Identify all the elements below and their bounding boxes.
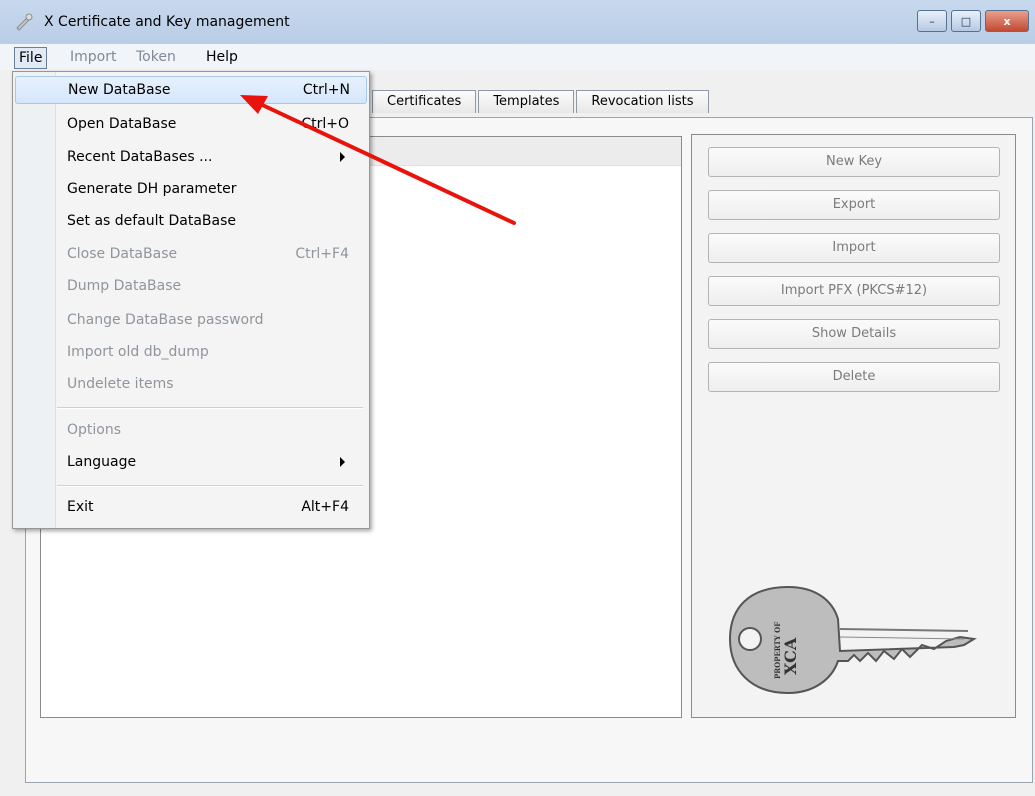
menu-item-shortcut: Ctrl+O [301,116,349,132]
submenu-arrow-icon [340,152,345,162]
menu-item-label: Exit [67,499,94,515]
import-button[interactable]: Import [708,233,1000,263]
show-details-button[interactable]: Show Details [708,319,1000,349]
actions-panel: New Key Export Import Import PFX (PKCS#1… [691,134,1016,718]
menu-item-new-database[interactable]: New DataBase Ctrl+N [15,76,367,104]
menu-item-dump-database[interactable]: Dump DataBase [15,272,365,300]
menu-item-label: Options [67,422,122,438]
delete-button[interactable]: Delete [708,362,1000,392]
menu-separator [57,407,363,409]
menu-item-label: Set as default DataBase [67,213,236,229]
menu-item-label: Undelete items [67,376,174,392]
menu-item-label: Generate DH parameter [67,181,237,197]
menu-item-shortcut: Ctrl+N [302,82,350,98]
menu-item-options[interactable]: Options [15,416,365,444]
app-icon [16,13,33,31]
menu-item-label: Open DataBase [67,116,177,132]
tab-revocation-lists[interactable]: Revocation lists [576,90,709,113]
import-pfx-button[interactable]: Import PFX (PKCS#12) [708,276,1000,306]
menu-item-shortcut: Alt+F4 [301,499,349,515]
tab-certificates[interactable]: Certificates [372,90,477,113]
menu-import[interactable]: Import [66,47,120,67]
menu-item-open-database[interactable]: Open DataBase Ctrl+O [15,110,365,138]
menu-item-undelete-items[interactable]: Undelete items [15,370,365,398]
menu-item-close-database[interactable]: Close DataBase Ctrl+F4 [15,240,365,268]
submenu-arrow-icon [340,457,345,467]
key-logo-image: PROPERTY OF XCA [728,585,977,695]
menu-item-import-old-db-dump[interactable]: Import old db_dump [15,338,365,366]
key-logo-line2: XCA [781,637,800,675]
menu-file[interactable]: File [14,47,48,69]
menu-help[interactable]: Help [202,47,242,67]
new-key-button[interactable]: New Key [708,147,1000,177]
menu-bar: File Import Token Help [0,44,1035,71]
menu-item-exit[interactable]: Exit Alt+F4 [15,493,365,521]
title-bar: X Certificate and Key management – □ x [0,0,1035,44]
menu-item-label: Dump DataBase [67,278,182,294]
menu-item-label: Language [67,454,137,470]
menu-item-label: Import old db_dump [67,344,209,360]
minimize-button[interactable]: – [917,10,947,32]
menu-item-label: Change DataBase password [67,312,264,328]
menu-item-label: Recent DataBases ... [67,149,213,165]
export-button[interactable]: Export [708,190,1000,220]
file-menu-dropdown: New DataBase Ctrl+N Open DataBase Ctrl+O… [12,71,370,529]
tab-bar: Certificates Templates Revocation lists [372,90,711,114]
menu-item-label: New DataBase [68,82,171,98]
menu-item-change-database-password[interactable]: Change DataBase password [15,306,365,334]
maximize-button[interactable]: □ [951,10,981,32]
menu-token[interactable]: Token [132,47,180,67]
menu-item-set-default-database[interactable]: Set as default DataBase [15,207,365,235]
menu-item-generate-dh-parameter[interactable]: Generate DH parameter [15,175,365,203]
menu-item-language[interactable]: Language [15,448,365,476]
window-title: X Certificate and Key management [44,14,290,30]
menu-separator [57,485,363,487]
menu-item-recent-databases[interactable]: Recent DataBases ... [15,143,365,171]
menu-item-shortcut: Ctrl+F4 [295,246,349,262]
menu-item-label: Close DataBase [67,246,178,262]
tab-templates[interactable]: Templates [478,90,575,113]
close-button[interactable]: x [985,10,1029,32]
